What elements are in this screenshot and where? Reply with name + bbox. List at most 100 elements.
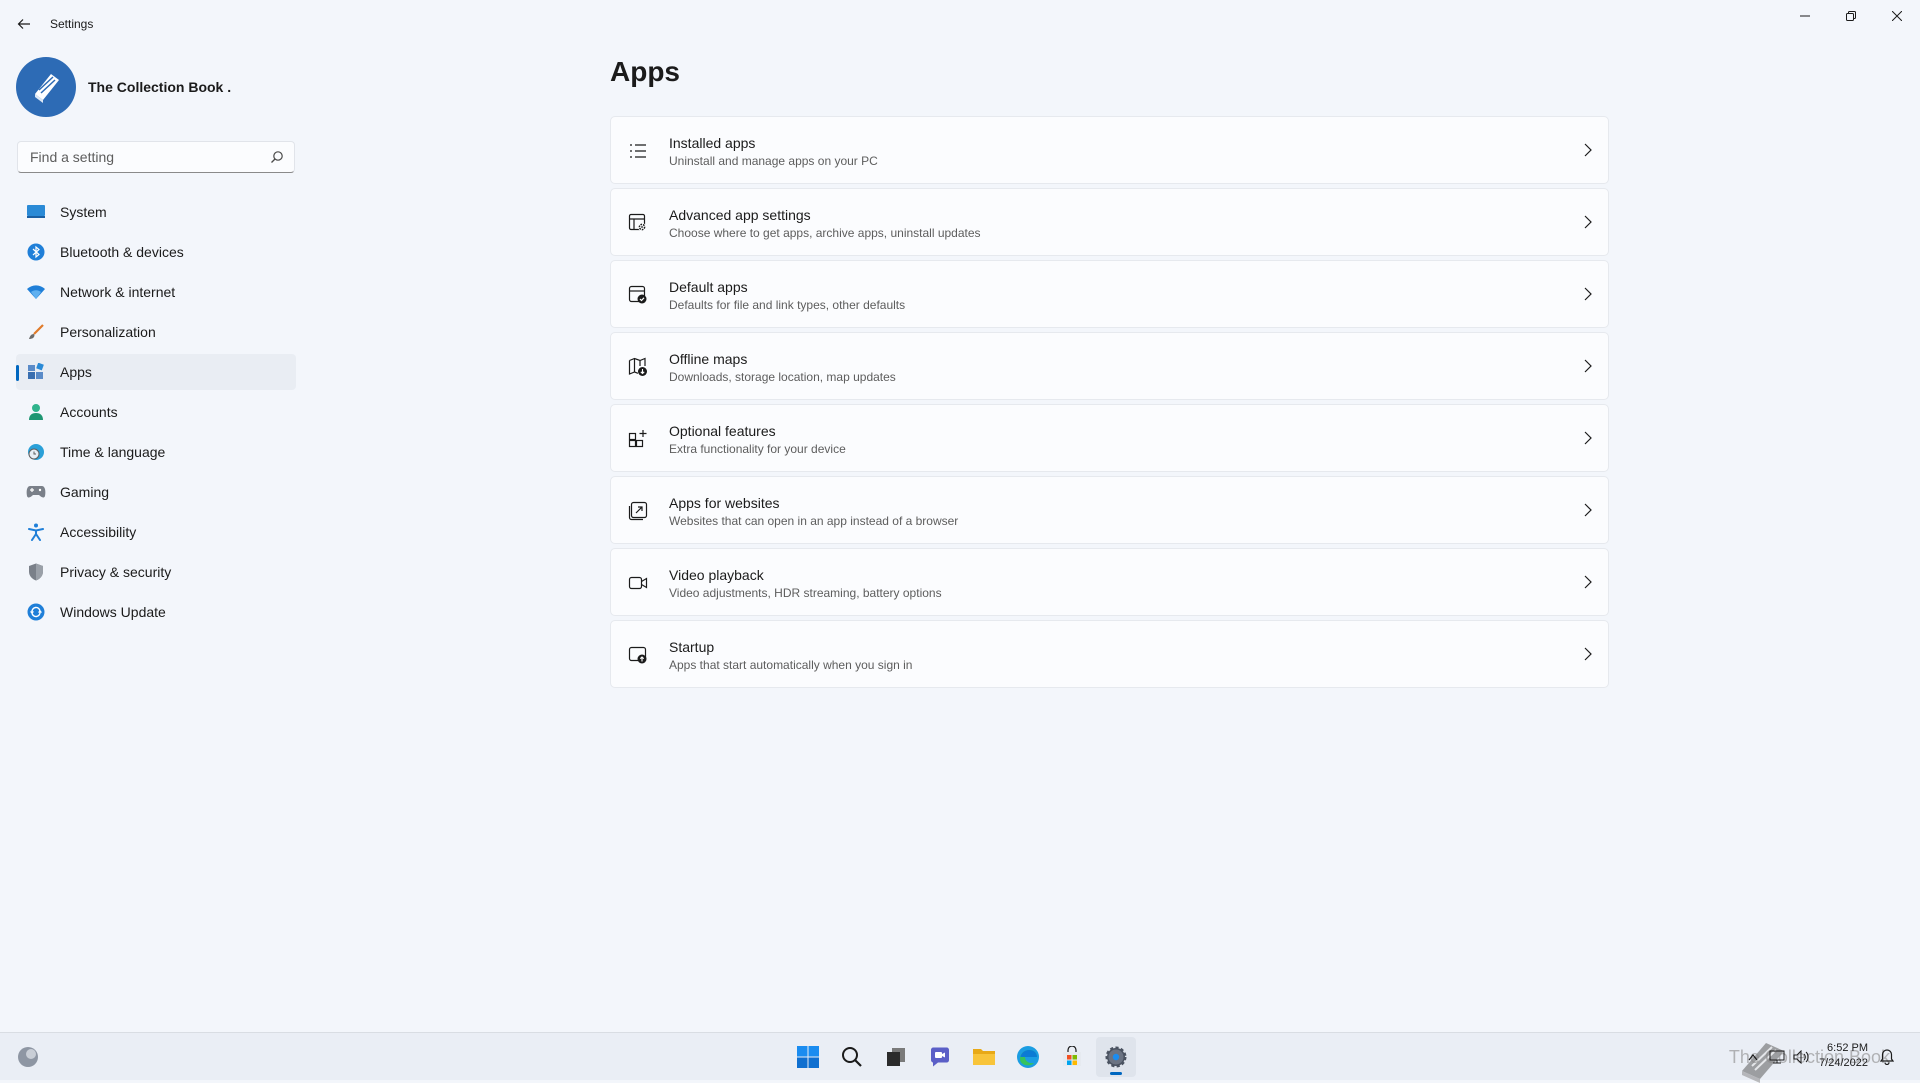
selection-indicator bbox=[16, 365, 19, 381]
close-icon bbox=[1892, 11, 1902, 21]
bluetooth-icon bbox=[26, 242, 46, 262]
open-external-icon bbox=[628, 501, 648, 521]
sidebar-nav: System Bluetooth & devices Network & int… bbox=[16, 194, 296, 634]
globe-clock-icon bbox=[26, 442, 46, 462]
task-view-icon bbox=[887, 1048, 905, 1066]
profile-name: The Collection Book . bbox=[88, 79, 232, 95]
teams-chat-icon bbox=[931, 1047, 949, 1067]
update-icon bbox=[26, 602, 46, 622]
back-button[interactable] bbox=[10, 10, 38, 38]
card-video-playback[interactable]: Video playback Video adjustments, HDR st… bbox=[610, 548, 1609, 616]
list-icon bbox=[630, 144, 646, 158]
chevron-right-icon bbox=[1584, 215, 1592, 229]
accessibility-icon bbox=[26, 522, 46, 542]
notification-bell-icon[interactable] bbox=[1880, 1049, 1894, 1065]
clock[interactable]: 6:52 PM 7/24/2022 bbox=[1819, 1041, 1868, 1071]
card-default-apps[interactable]: Default apps Defaults for file and link … bbox=[610, 260, 1609, 328]
sidebar-item-personalization[interactable]: Personalization bbox=[16, 314, 296, 350]
card-subtitle: Uninstall and manage apps on your PC bbox=[669, 154, 878, 168]
add-grid-icon bbox=[628, 430, 647, 448]
windows-logo-icon bbox=[797, 1046, 819, 1068]
card-subtitle: Defaults for file and link types, other … bbox=[669, 298, 906, 312]
card-title: Advanced app settings bbox=[669, 207, 811, 223]
sidebar-item-privacy[interactable]: Privacy & security bbox=[16, 554, 296, 590]
edge-button[interactable] bbox=[1008, 1037, 1048, 1077]
show-hidden-icons-button[interactable] bbox=[1744, 1049, 1762, 1065]
sidebar-item-label: Gaming bbox=[60, 484, 110, 500]
search-icon[interactable] bbox=[270, 150, 284, 164]
minimize-icon bbox=[1800, 15, 1810, 17]
minimize-button[interactable] bbox=[1782, 0, 1828, 32]
wifi-icon bbox=[26, 282, 46, 302]
settings-taskbar-button[interactable] bbox=[1096, 1037, 1136, 1077]
sidebar-item-apps[interactable]: Apps bbox=[16, 354, 296, 390]
card-title: Video playback bbox=[669, 567, 764, 583]
profile[interactable]: The Collection Book . bbox=[16, 57, 231, 117]
video-icon bbox=[628, 576, 648, 590]
search-input[interactable] bbox=[28, 148, 252, 166]
weather-icon bbox=[18, 1047, 38, 1067]
start-button[interactable] bbox=[788, 1037, 828, 1077]
taskbar-apps bbox=[788, 1037, 1140, 1077]
map-download-icon bbox=[628, 357, 647, 376]
chat-button[interactable] bbox=[920, 1037, 960, 1077]
speaker-icon bbox=[1793, 1050, 1809, 1064]
volume-tray-button[interactable] bbox=[1792, 1049, 1810, 1065]
card-advanced-app-settings[interactable]: Advanced app settings Choose where to ge… bbox=[610, 188, 1609, 256]
sidebar-item-label: Personalization bbox=[60, 324, 156, 340]
book-icon bbox=[35, 74, 59, 103]
sidebar-item-system[interactable]: System bbox=[16, 194, 296, 230]
startup-icon bbox=[628, 646, 647, 664]
sidebar-item-accounts[interactable]: Accounts bbox=[16, 394, 296, 430]
close-button[interactable] bbox=[1874, 0, 1920, 32]
brush-icon bbox=[26, 322, 46, 342]
card-subtitle: Video adjustments, HDR streaming, batter… bbox=[669, 586, 942, 600]
sidebar-item-windows-update[interactable]: Windows Update bbox=[16, 594, 296, 630]
sidebar-item-label: System bbox=[60, 204, 107, 220]
chevron-right-icon bbox=[1584, 359, 1592, 373]
network-tray-button[interactable] bbox=[1768, 1049, 1786, 1065]
person-icon bbox=[26, 402, 46, 422]
sidebar-item-gaming[interactable]: Gaming bbox=[16, 474, 296, 510]
avatar[interactable] bbox=[16, 57, 76, 117]
tray-icons bbox=[1738, 1049, 1810, 1065]
sidebar-item-network[interactable]: Network & internet bbox=[16, 274, 296, 310]
card-title: Offline maps bbox=[669, 351, 748, 367]
back-arrow-icon bbox=[17, 19, 30, 29]
restore-button[interactable] bbox=[1828, 0, 1874, 32]
running-indicator bbox=[1110, 1072, 1122, 1075]
sidebar-item-label: Accounts bbox=[60, 404, 118, 420]
card-offline-maps[interactable]: Offline maps Downloads, storage location… bbox=[610, 332, 1609, 400]
card-apps-for-websites[interactable]: Apps for websites Websites that can open… bbox=[610, 476, 1609, 544]
ethernet-icon bbox=[1769, 1050, 1785, 1064]
app-settings-icon bbox=[628, 213, 646, 231]
gear-icon bbox=[1105, 1046, 1127, 1068]
card-title: Startup bbox=[669, 639, 715, 655]
card-startup[interactable]: Startup Apps that start automatically wh… bbox=[610, 620, 1609, 688]
card-optional-features[interactable]: Optional features Extra functionality fo… bbox=[610, 404, 1609, 472]
card-subtitle: Apps that start automatically when you s… bbox=[669, 658, 913, 672]
widgets-button[interactable] bbox=[16, 1045, 40, 1069]
card-installed-apps[interactable]: Installed apps Uninstall and manage apps… bbox=[610, 116, 1609, 184]
chevron-right-icon bbox=[1584, 647, 1592, 661]
search-box[interactable] bbox=[17, 141, 295, 173]
file-explorer-button[interactable] bbox=[964, 1037, 1004, 1077]
card-subtitle: Choose where to get apps, archive apps, … bbox=[669, 226, 981, 240]
page-title: Apps bbox=[610, 56, 680, 87]
sidebar-item-time-language[interactable]: Time & language bbox=[16, 434, 296, 470]
card-title: Apps for websites bbox=[669, 495, 780, 511]
taskbar-search-button[interactable] bbox=[832, 1037, 872, 1077]
task-view-button[interactable] bbox=[876, 1037, 916, 1077]
chevron-up-icon bbox=[1748, 1054, 1758, 1061]
card-subtitle: Extra functionality for your device bbox=[669, 442, 846, 456]
clock-time: 6:52 PM bbox=[1827, 1042, 1868, 1054]
microsoft-store-button[interactable] bbox=[1052, 1037, 1092, 1077]
title-bar: Settings bbox=[0, 0, 1920, 48]
sidebar-item-accessibility[interactable]: Accessibility bbox=[16, 514, 296, 550]
sidebar-item-bluetooth[interactable]: Bluetooth & devices bbox=[16, 234, 296, 270]
apps-icon bbox=[26, 362, 46, 382]
clock-date: 7/24/2022 bbox=[1819, 1057, 1868, 1069]
sidebar-item-label: Time & language bbox=[60, 444, 166, 460]
shield-icon bbox=[26, 562, 46, 582]
gamepad-icon bbox=[26, 482, 46, 502]
